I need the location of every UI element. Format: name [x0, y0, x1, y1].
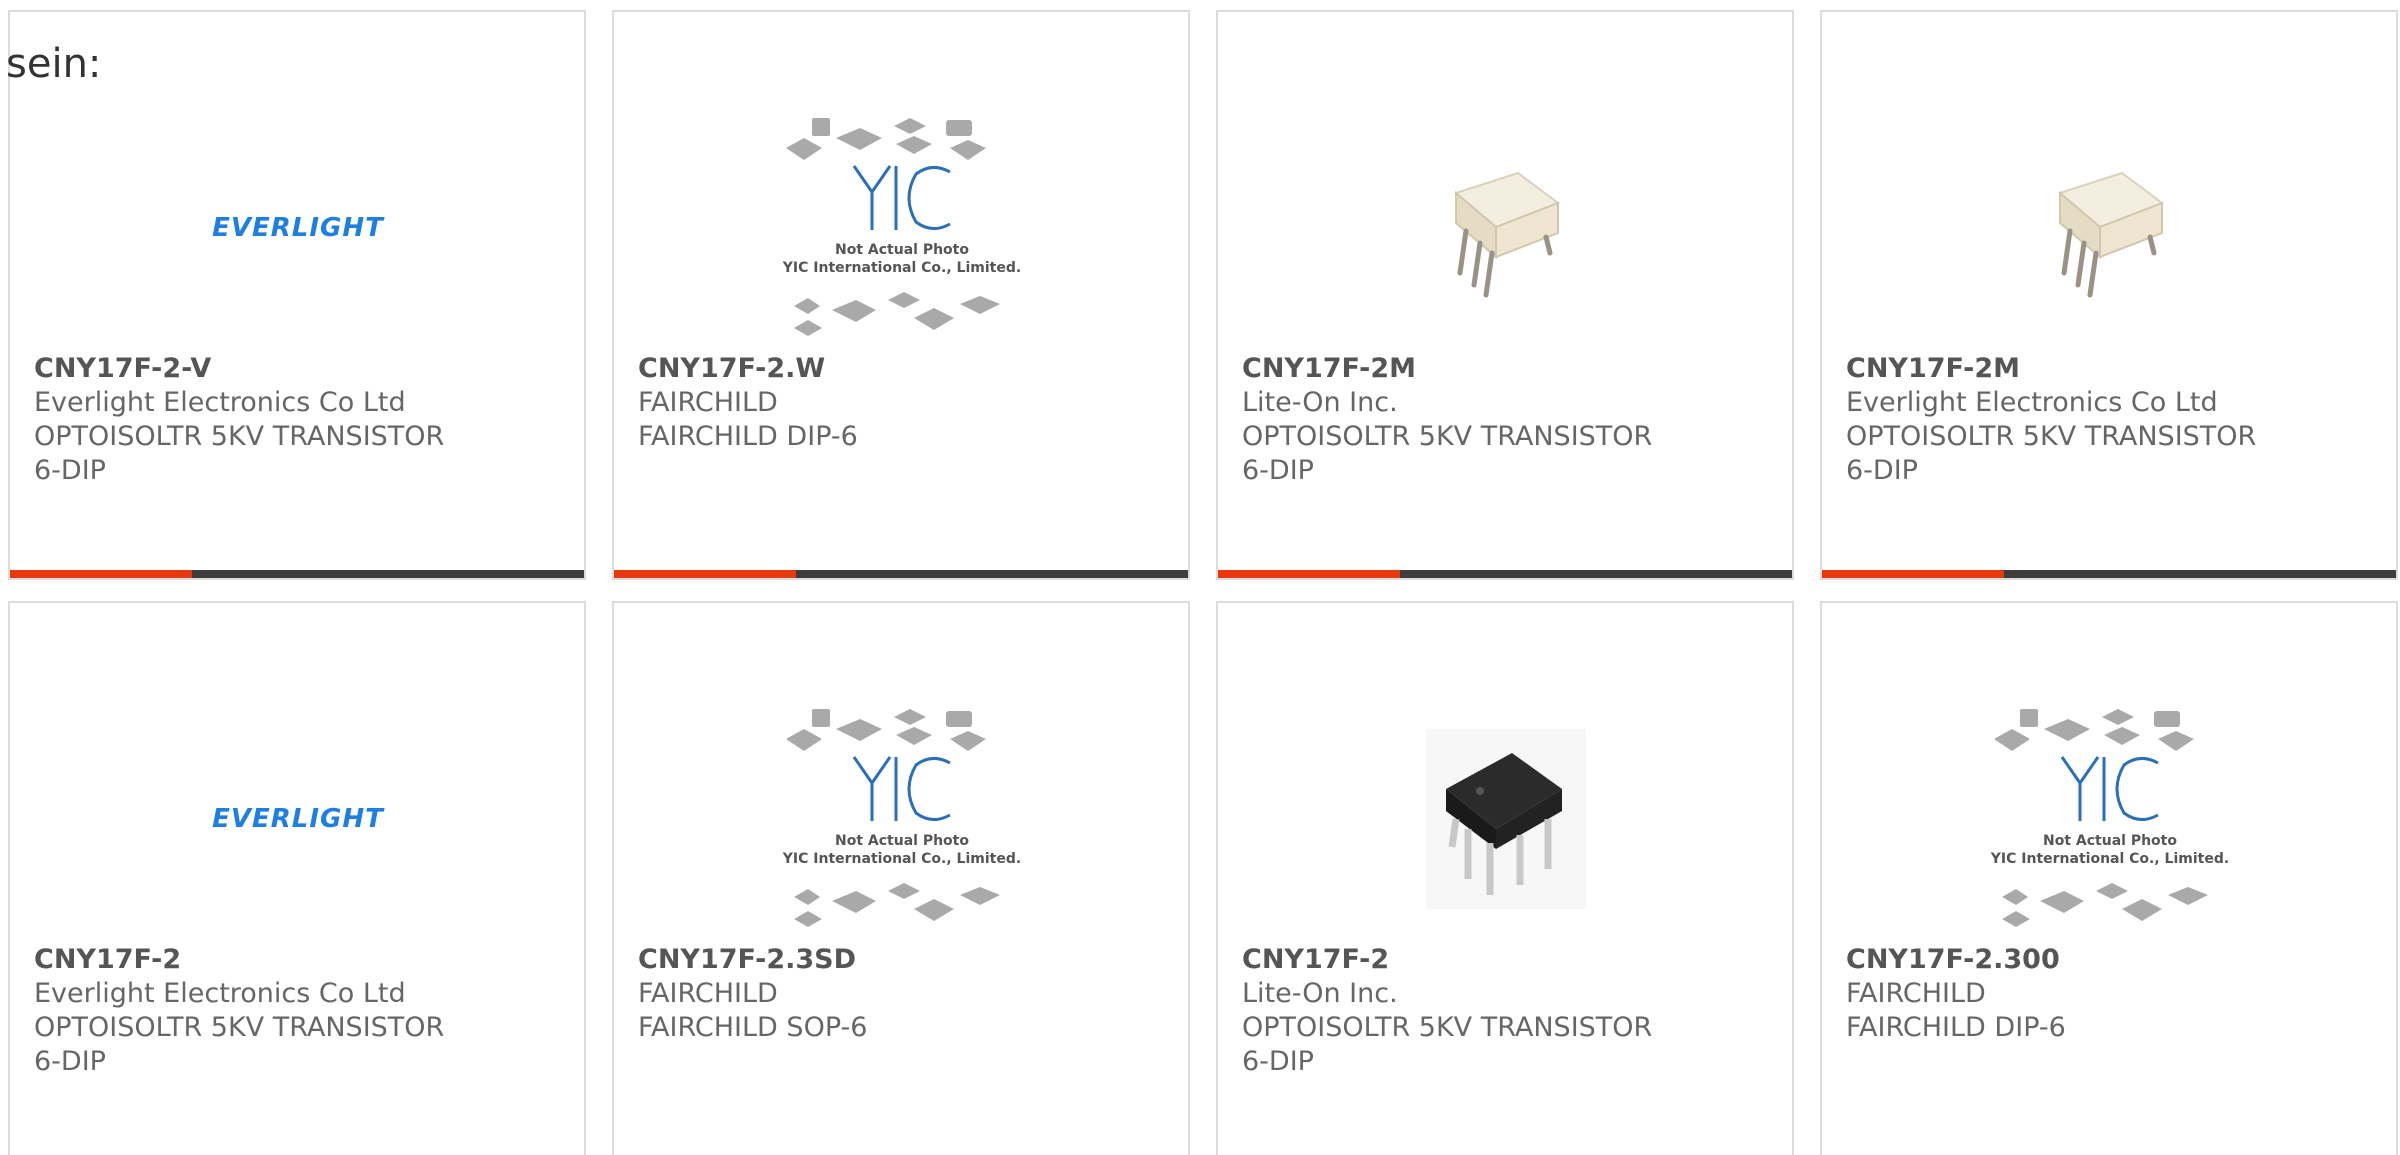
card-accent-bar	[1822, 570, 2004, 578]
part-number[interactable]: CNY17F-2	[34, 943, 564, 977]
part-number[interactable]: CNY17F-2-V	[34, 352, 564, 386]
product-info: CNY17F-2M Everlight Electronics Co Ltd O…	[1846, 352, 2376, 488]
description: OPTOISOLTR 5KV TRANSISTOR	[1242, 1012, 1653, 1043]
black-dip-chip-image	[1368, 688, 1644, 950]
card-accent-bar	[10, 570, 192, 578]
product-grid: EVERLIGHT CNY17F-2-V Everlight Electroni…	[8, 10, 2398, 1155]
product-card[interactable]: CNY17F-2M Everlight Electronics Co Ltd O…	[1820, 10, 2398, 580]
card-bottom-bar	[614, 570, 1188, 578]
everlight-logo-text: EVERLIGHT	[212, 804, 384, 834]
everlight-logo: EVERLIGHT	[160, 97, 436, 359]
manufacturer: Everlight Electronics Co Ltd	[1846, 387, 2218, 418]
package: 6-DIP	[34, 1046, 106, 1077]
yic-placeholder-icon: Not Actual Photo YIC International Co., …	[782, 709, 1021, 927]
product-info: CNY17F-2.300 FAIRCHILD FAIRCHILD DIP-6	[1846, 943, 2376, 1045]
manufacturer: FAIRCHILD	[638, 387, 778, 418]
placeholder-line2: YIC International Co., Limited.	[782, 851, 1021, 867]
card-accent-bar	[614, 570, 796, 578]
everlight-logo-text: EVERLIGHT	[212, 213, 384, 243]
placeholder-line1: Not Actual Photo	[835, 242, 969, 258]
part-number[interactable]: CNY17F-2.3SD	[638, 943, 1168, 977]
description: FAIRCHILD DIP-6	[1846, 1012, 2066, 1043]
black-dip-chip-icon	[1426, 729, 1586, 909]
part-number[interactable]: CNY17F-2.W	[638, 352, 1168, 386]
card-bottom-bar	[1822, 570, 2396, 578]
package: 6-DIP	[1242, 455, 1314, 486]
manufacturer: Everlight Electronics Co Ltd	[34, 978, 406, 1009]
description: OPTOISOLTR 5KV TRANSISTOR	[34, 1012, 445, 1043]
product-card[interactable]: Not Actual Photo YIC International Co., …	[1820, 601, 2398, 1155]
product-info: CNY17F-2.3SD FAIRCHILD FAIRCHILD SOP-6	[638, 943, 1168, 1045]
product-card[interactable]: Not Actual Photo YIC International Co., …	[612, 601, 1190, 1155]
white-dip-chip-image	[1972, 97, 2248, 359]
product-card[interactable]: EVERLIGHT CNY17F-2-V Everlight Electroni…	[8, 10, 586, 580]
placeholder-line1: Not Actual Photo	[835, 833, 969, 849]
description: OPTOISOLTR 5KV TRANSISTOR	[1846, 421, 2257, 452]
card-bottom-bar	[10, 570, 584, 578]
yic-placeholder-icon: Not Actual Photo YIC International Co., …	[782, 118, 1021, 336]
everlight-logo: EVERLIGHT	[160, 688, 436, 950]
product-card[interactable]: CNY17F-2 Lite-On Inc. OPTOISOLTR 5KV TRA…	[1216, 601, 1794, 1155]
description: OPTOISOLTR 5KV TRANSISTOR	[34, 421, 445, 452]
package: 6-DIP	[1242, 1046, 1314, 1077]
description: FAIRCHILD DIP-6	[638, 421, 858, 452]
part-number[interactable]: CNY17F-2.300	[1846, 943, 2376, 977]
description: OPTOISOLTR 5KV TRANSISTOR	[1242, 421, 1653, 452]
part-number[interactable]: CNY17F-2	[1242, 943, 1772, 977]
card-accent-bar	[1218, 570, 1400, 578]
placeholder-line2: YIC International Co., Limited.	[1990, 851, 2229, 867]
product-info: CNY17F-2 Everlight Electronics Co Ltd OP…	[34, 943, 564, 1079]
yic-placeholder-icon: Not Actual Photo YIC International Co., …	[1990, 709, 2229, 927]
white-dip-chip-image	[1368, 97, 1644, 359]
yic-placeholder-image: Not Actual Photo YIC International Co., …	[764, 688, 1040, 950]
manufacturer: Lite-On Inc.	[1242, 978, 1398, 1009]
manufacturer: FAIRCHILD	[1846, 978, 1986, 1009]
part-number[interactable]: CNY17F-2M	[1242, 352, 1772, 386]
product-card[interactable]: Not Actual Photo YIC International Co., …	[612, 10, 1190, 580]
yic-placeholder-image: Not Actual Photo YIC International Co., …	[764, 97, 1040, 359]
product-info: CNY17F-2M Lite-On Inc. OPTOISOLTR 5KV TR…	[1242, 352, 1772, 488]
card-bottom-bar	[1218, 570, 1792, 578]
product-card[interactable]: EVERLIGHT CNY17F-2 Everlight Electronics…	[8, 601, 586, 1155]
placeholder-line2: YIC International Co., Limited.	[782, 260, 1021, 276]
manufacturer: Everlight Electronics Co Ltd	[34, 387, 406, 418]
package: 6-DIP	[34, 455, 106, 486]
product-card[interactable]: CNY17F-2M Lite-On Inc. OPTOISOLTR 5KV TR…	[1216, 10, 1794, 580]
product-info: CNY17F-2.W FAIRCHILD FAIRCHILD DIP-6	[638, 352, 1168, 454]
yic-placeholder-image: Not Actual Photo YIC International Co., …	[1972, 688, 2248, 950]
white-dip-chip-icon	[2057, 171, 2165, 298]
package: 6-DIP	[1846, 455, 1918, 486]
description: FAIRCHILD SOP-6	[638, 1012, 868, 1043]
intro-text: sein:	[6, 41, 102, 87]
manufacturer: Lite-On Inc.	[1242, 387, 1398, 418]
product-info: CNY17F-2 Lite-On Inc. OPTOISOLTR 5KV TRA…	[1242, 943, 1772, 1079]
white-dip-chip-icon	[1453, 171, 1561, 298]
placeholder-line1: Not Actual Photo	[2043, 833, 2177, 849]
part-number[interactable]: CNY17F-2M	[1846, 352, 2376, 386]
manufacturer: FAIRCHILD	[638, 978, 778, 1009]
product-info: CNY17F-2-V Everlight Electronics Co Ltd …	[34, 352, 564, 488]
product-results-page: sein: EVERLIGHT CNY17F-2-V Everlight Ele…	[0, 0, 2400, 1155]
